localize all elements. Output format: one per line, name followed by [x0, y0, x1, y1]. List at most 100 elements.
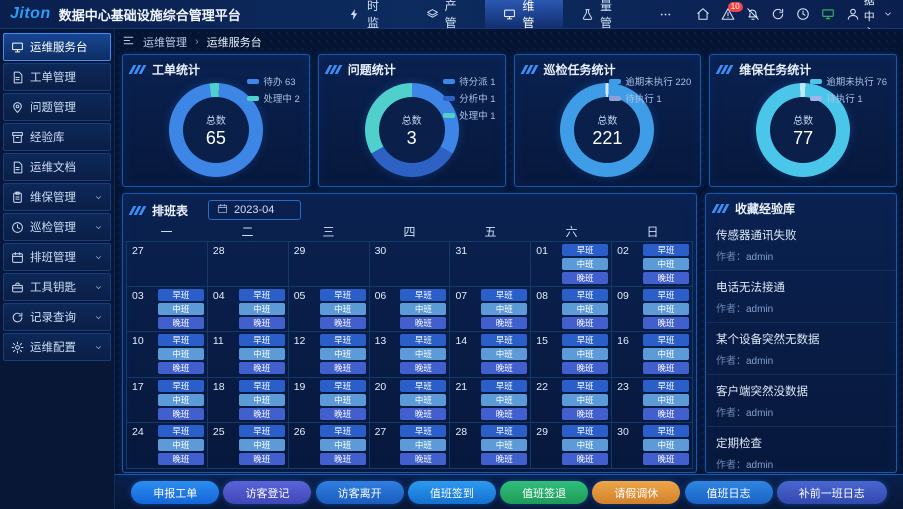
- action-visitor-leave[interactable]: 访客离开: [316, 481, 404, 504]
- shift-tag[interactable]: 中班: [158, 439, 204, 451]
- shift-tag[interactable]: 早班: [400, 380, 446, 392]
- shift-tag[interactable]: 中班: [643, 348, 689, 360]
- knowledge-item-title[interactable]: 定期检查: [716, 435, 886, 451]
- shift-tag[interactable]: 晚班: [320, 317, 366, 329]
- sidebar-item-record-query[interactable]: 记录查询: [3, 303, 111, 331]
- shift-tag[interactable]: 中班: [562, 303, 608, 315]
- shift-tag[interactable]: 晚班: [158, 453, 204, 465]
- shift-tag[interactable]: 中班: [643, 394, 689, 406]
- shift-tag[interactable]: 晚班: [562, 408, 608, 420]
- shift-tag[interactable]: 早班: [481, 334, 527, 346]
- shift-tag[interactable]: 中班: [562, 258, 608, 270]
- shift-tag[interactable]: 中班: [239, 394, 285, 406]
- shift-tag[interactable]: 晚班: [320, 408, 366, 420]
- shift-tag[interactable]: 晚班: [158, 408, 204, 420]
- shift-tag[interactable]: 中班: [320, 394, 366, 406]
- knowledge-item-title[interactable]: 客户端突然没数据: [716, 383, 886, 399]
- shift-tag[interactable]: 晚班: [643, 453, 689, 465]
- shift-tag[interactable]: 早班: [643, 289, 689, 301]
- shift-tag[interactable]: 晚班: [320, 362, 366, 374]
- shift-tag[interactable]: 晚班: [400, 453, 446, 465]
- shift-tag[interactable]: 早班: [481, 425, 527, 437]
- shift-tag[interactable]: 早班: [320, 289, 366, 301]
- shift-tag[interactable]: 中班: [158, 303, 204, 315]
- shift-tag[interactable]: 中班: [400, 394, 446, 406]
- shift-tag[interactable]: 早班: [643, 380, 689, 392]
- shift-tag[interactable]: 中班: [643, 439, 689, 451]
- clock-icon[interactable]: [796, 7, 810, 21]
- knowledge-item-title[interactable]: 某个设备突然无数据: [716, 331, 886, 347]
- shift-tag[interactable]: 中班: [239, 439, 285, 451]
- action-leave-adjust[interactable]: 请假调休: [592, 481, 680, 504]
- shift-tag[interactable]: 早班: [562, 334, 608, 346]
- breadcrumb-section[interactable]: 运维管理: [143, 34, 187, 50]
- nav-capacity-management[interactable]: 容量管理: [563, 0, 641, 28]
- shift-tag[interactable]: 中班: [481, 303, 527, 315]
- belloff-icon[interactable]: [746, 7, 760, 21]
- refresh-icon[interactable]: [771, 7, 785, 21]
- shift-tag[interactable]: 晚班: [158, 362, 204, 374]
- knowledge-item-title[interactable]: 电话无法接通: [716, 279, 886, 295]
- shift-tag[interactable]: 中班: [320, 348, 366, 360]
- shift-tag[interactable]: 晚班: [643, 408, 689, 420]
- action-report-workorder[interactable]: 申报工单: [131, 481, 219, 504]
- shift-tag[interactable]: 早班: [481, 289, 527, 301]
- shift-tag[interactable]: 中班: [158, 394, 204, 406]
- shift-tag[interactable]: 晚班: [400, 317, 446, 329]
- shift-tag[interactable]: 中班: [562, 394, 608, 406]
- shift-tag[interactable]: 早班: [562, 380, 608, 392]
- shift-tag[interactable]: 早班: [400, 425, 446, 437]
- shift-tag[interactable]: 晚班: [562, 317, 608, 329]
- shift-tag[interactable]: 中班: [643, 303, 689, 315]
- sidebar-item-ops-config[interactable]: 运维配置: [3, 333, 111, 361]
- shift-tag[interactable]: 早班: [158, 289, 204, 301]
- nav-realtime-monitoring[interactable]: 实时监控: [330, 0, 408, 28]
- shift-tag[interactable]: 早班: [320, 380, 366, 392]
- shift-tag[interactable]: 晚班: [239, 408, 285, 420]
- shift-tag[interactable]: 晚班: [481, 453, 527, 465]
- nav-asset-management[interactable]: 资产管理: [408, 0, 486, 28]
- shift-tag[interactable]: 中班: [481, 348, 527, 360]
- monitor-icon[interactable]: [821, 7, 835, 21]
- shift-tag[interactable]: 早班: [400, 289, 446, 301]
- shift-tag[interactable]: 晚班: [562, 272, 608, 284]
- shift-tag[interactable]: 早班: [158, 380, 204, 392]
- shift-tag[interactable]: 中班: [400, 303, 446, 315]
- shift-tag[interactable]: 晚班: [643, 362, 689, 374]
- shift-tag[interactable]: 晚班: [481, 362, 527, 374]
- shift-tag[interactable]: 中班: [320, 439, 366, 451]
- shift-tag[interactable]: 早班: [158, 334, 204, 346]
- action-visitor-checkin[interactable]: 访客登记: [223, 481, 311, 504]
- shift-tag[interactable]: 早班: [239, 380, 285, 392]
- shift-tag[interactable]: 晚班: [400, 408, 446, 420]
- nav-more[interactable]: [641, 0, 696, 28]
- collapse-sidebar-icon[interactable]: [122, 34, 135, 50]
- sidebar-item-ops-docs[interactable]: 运维文档: [3, 153, 111, 181]
- shift-tag[interactable]: 早班: [562, 244, 608, 256]
- sidebar-item-problem-management[interactable]: 问题管理: [3, 93, 111, 121]
- shift-tag[interactable]: 晚班: [643, 272, 689, 284]
- shift-tag[interactable]: 早班: [158, 425, 204, 437]
- action-duty-signout[interactable]: 值班签退: [500, 481, 588, 504]
- shift-tag[interactable]: 中班: [158, 348, 204, 360]
- sidebar-item-maintenance-management[interactable]: 维保管理: [3, 183, 111, 211]
- shift-tag[interactable]: 晚班: [158, 317, 204, 329]
- alerts-button[interactable]: 10: [721, 7, 735, 21]
- shift-tag[interactable]: 早班: [400, 334, 446, 346]
- shift-tag[interactable]: 中班: [320, 303, 366, 315]
- shift-tag[interactable]: 早班: [643, 334, 689, 346]
- shift-tag[interactable]: 中班: [643, 258, 689, 270]
- shift-tag[interactable]: 晚班: [239, 453, 285, 465]
- shift-tag[interactable]: 晚班: [400, 362, 446, 374]
- shift-tag[interactable]: 中班: [239, 303, 285, 315]
- action-duty-signin[interactable]: 值班签到: [408, 481, 496, 504]
- sidebar-item-inspection-management[interactable]: 巡检管理: [3, 213, 111, 241]
- shift-tag[interactable]: 中班: [400, 348, 446, 360]
- action-prev-shift-log[interactable]: 补前一班日志: [777, 481, 887, 504]
- month-picker[interactable]: 2023-04: [208, 200, 301, 220]
- knowledge-item-title[interactable]: 传感器通讯失败: [716, 227, 886, 243]
- sidebar-item-shift-management[interactable]: 排班管理: [3, 243, 111, 271]
- shift-tag[interactable]: 早班: [481, 380, 527, 392]
- action-duty-log[interactable]: 值班日志: [685, 481, 773, 504]
- shift-tag[interactable]: 中班: [481, 439, 527, 451]
